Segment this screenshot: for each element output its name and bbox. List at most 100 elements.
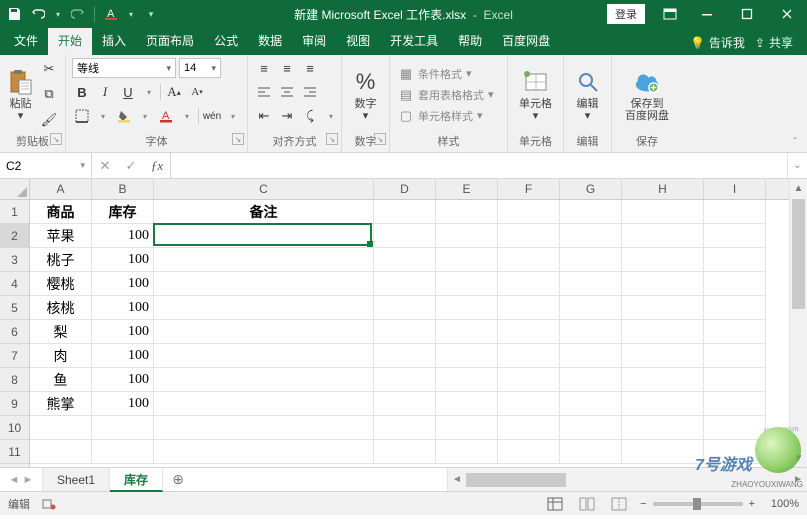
col-header-G[interactable]: G — [560, 179, 622, 199]
align-bottom-icon[interactable]: ≡ — [300, 58, 320, 78]
col-header-H[interactable]: H — [622, 179, 704, 199]
cell-I1[interactable] — [704, 200, 766, 224]
cell-E10[interactable] — [436, 416, 498, 440]
cell-G6[interactable] — [560, 320, 622, 344]
cell-A6[interactable]: 梨 — [30, 320, 92, 344]
number-launcher-icon[interactable]: ↘ — [374, 133, 386, 145]
cell-E3[interactable] — [436, 248, 498, 272]
page-layout-view-icon[interactable] — [576, 495, 598, 513]
cell-A3[interactable]: 桃子 — [30, 248, 92, 272]
col-header-B[interactable]: B — [92, 179, 154, 199]
paste-button[interactable]: 粘贴▾ — [6, 58, 35, 131]
cell-A7[interactable]: 肉 — [30, 344, 92, 368]
tab-公式[interactable]: 公式 — [204, 27, 248, 55]
orientation-dropdown-icon[interactable]: ▾ — [323, 106, 339, 126]
close-button[interactable] — [767, 0, 807, 28]
cell-C2[interactable] — [154, 224, 374, 248]
cell-F8[interactable] — [498, 368, 560, 392]
cell-E6[interactable] — [436, 320, 498, 344]
zoom-in-button[interactable]: + — [749, 498, 755, 510]
expand-formula-bar-icon[interactable]: ⌄ — [787, 153, 807, 178]
align-right-icon[interactable] — [300, 82, 320, 102]
cell-A9[interactable]: 熊掌 — [30, 392, 92, 416]
format-as-table-button[interactable]: ▤套用表格格式 ▾ — [396, 86, 496, 104]
cell-H7[interactable] — [622, 344, 704, 368]
cell-F3[interactable] — [498, 248, 560, 272]
ribbon-display-options-icon[interactable] — [653, 0, 687, 28]
font-size-combo[interactable]: 14 — [179, 58, 221, 78]
increase-indent-icon[interactable]: ⇥ — [277, 106, 297, 126]
cell-I3[interactable] — [704, 248, 766, 272]
font-color-button[interactable]: A — [156, 106, 176, 126]
col-header-I[interactable]: I — [704, 179, 766, 199]
row-header-3[interactable]: 3 — [0, 248, 29, 272]
font-name-combo[interactable]: 等线 — [72, 58, 176, 78]
cell-G8[interactable] — [560, 368, 622, 392]
clipboard-launcher-icon[interactable]: ↘ — [50, 133, 62, 145]
cell-D2[interactable] — [374, 224, 436, 248]
cell-G3[interactable] — [560, 248, 622, 272]
cell-H8[interactable] — [622, 368, 704, 392]
collapse-ribbon-icon[interactable]: ˆ — [787, 134, 803, 150]
cells-button[interactable]: 单元格▾ — [514, 58, 557, 131]
increase-font-button[interactable]: A▴ — [164, 82, 184, 102]
tab-审阅[interactable]: 审阅 — [292, 27, 336, 55]
cell-G1[interactable] — [560, 200, 622, 224]
cell-E7[interactable] — [436, 344, 498, 368]
scroll-thumb[interactable] — [792, 199, 805, 309]
cell-E9[interactable] — [436, 392, 498, 416]
row-header-9[interactable]: 9 — [0, 392, 29, 416]
cell-I6[interactable] — [704, 320, 766, 344]
cell-E5[interactable] — [436, 296, 498, 320]
row-header-8[interactable]: 8 — [0, 368, 29, 392]
tab-百度网盘[interactable]: 百度网盘 — [492, 27, 560, 55]
tab-开发工具[interactable]: 开发工具 — [380, 27, 448, 55]
cell-B7[interactable]: 100 — [92, 344, 154, 368]
cell-F6[interactable] — [498, 320, 560, 344]
cell-B11[interactable] — [92, 440, 154, 464]
tab-页面布局[interactable]: 页面布局 — [136, 27, 204, 55]
redo-icon[interactable] — [70, 6, 86, 22]
borders-button[interactable] — [72, 106, 92, 126]
cut-icon[interactable]: ✂ — [39, 59, 59, 79]
minimize-button[interactable] — [687, 0, 727, 28]
tab-帮助[interactable]: 帮助 — [448, 27, 492, 55]
cell-G7[interactable] — [560, 344, 622, 368]
cell-I2[interactable] — [704, 224, 766, 248]
cell-C6[interactable] — [154, 320, 374, 344]
cell-B9[interactable]: 100 — [92, 392, 154, 416]
cell-F2[interactable] — [498, 224, 560, 248]
cell-A10[interactable] — [30, 416, 92, 440]
conditional-format-button[interactable]: ▦条件格式 ▾ — [396, 65, 496, 83]
font-color-qat-icon[interactable]: A — [103, 6, 119, 22]
vertical-scrollbar[interactable]: ▲ ▼ — [789, 179, 807, 467]
row-header-2[interactable]: 2 — [0, 224, 29, 248]
name-box[interactable]: C2 — [0, 153, 92, 178]
enter-formula-icon[interactable]: ✓ — [118, 158, 144, 174]
zoom-slider[interactable] — [653, 502, 743, 506]
decrease-indent-icon[interactable]: ⇤ — [254, 106, 274, 126]
cell-D7[interactable] — [374, 344, 436, 368]
tab-file[interactable]: 文件 — [4, 27, 48, 55]
align-left-icon[interactable] — [254, 82, 274, 102]
macro-record-icon[interactable] — [42, 497, 56, 511]
row-header-5[interactable]: 5 — [0, 296, 29, 320]
fill-color-dropdown-icon[interactable]: ▾ — [137, 106, 153, 126]
font-launcher-icon[interactable]: ↘ — [232, 133, 244, 145]
cell-H4[interactable] — [622, 272, 704, 296]
row-header-1[interactable]: 1 — [0, 200, 29, 224]
bold-button[interactable]: B — [72, 82, 92, 102]
new-sheet-button[interactable]: ⊕ — [163, 468, 193, 491]
cell-G4[interactable] — [560, 272, 622, 296]
cell-D4[interactable] — [374, 272, 436, 296]
col-header-F[interactable]: F — [498, 179, 560, 199]
cell-A2[interactable]: 苹果 — [30, 224, 92, 248]
copy-icon[interactable]: ⧉ — [39, 84, 59, 104]
sheet-tab-Sheet1[interactable]: Sheet1 — [43, 468, 110, 491]
maximize-button[interactable] — [727, 0, 767, 28]
cell-B5[interactable]: 100 — [92, 296, 154, 320]
alignment-launcher-icon[interactable]: ↘ — [326, 133, 338, 145]
editing-button[interactable]: 编辑▾ — [570, 58, 605, 131]
qat-customize-icon[interactable]: ▾ — [143, 6, 159, 22]
cell-B6[interactable]: 100 — [92, 320, 154, 344]
